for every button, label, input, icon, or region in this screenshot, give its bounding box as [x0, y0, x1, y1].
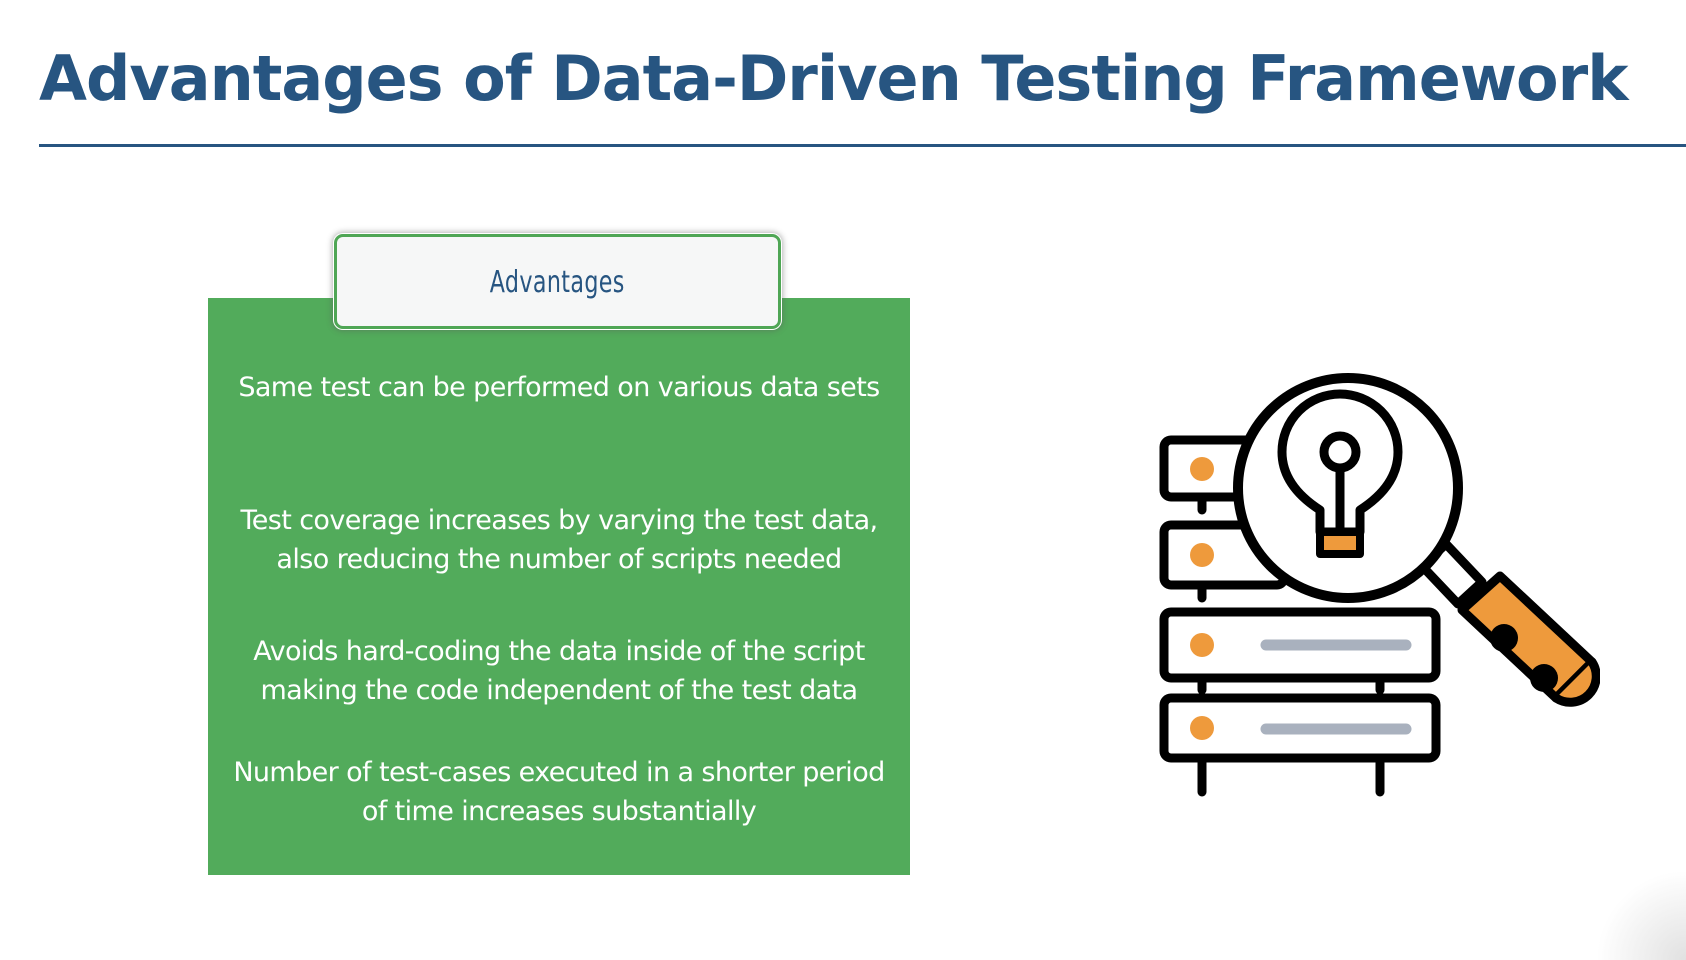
server-light	[1190, 633, 1214, 657]
advantage-item: Number of test-cases executed in a short…	[233, 757, 885, 827]
handle-dot	[1530, 664, 1558, 692]
handle-dot	[1490, 624, 1518, 652]
advantages-header-label: Advantages	[489, 265, 626, 300]
advantage-item: Avoids hard-coding the data inside of th…	[253, 636, 865, 706]
database-search-lightbulb-icon	[1159, 373, 1600, 797]
lightbulb-base	[1316, 528, 1364, 558]
magnifier-handle	[1457, 571, 1597, 703]
title-divider	[39, 144, 1686, 147]
corner-shade	[1596, 870, 1686, 960]
server-light	[1190, 543, 1214, 567]
slide-title: Advantages of Data-Driven Testing Framew…	[39, 42, 1628, 115]
advantage-item: Test coverage increases by varying the t…	[240, 505, 878, 575]
advantage-item: Same test can be performed on various da…	[238, 372, 880, 403]
advantages-header-box: Advantages	[334, 234, 781, 329]
server-light	[1190, 457, 1214, 481]
server-light	[1190, 716, 1214, 740]
